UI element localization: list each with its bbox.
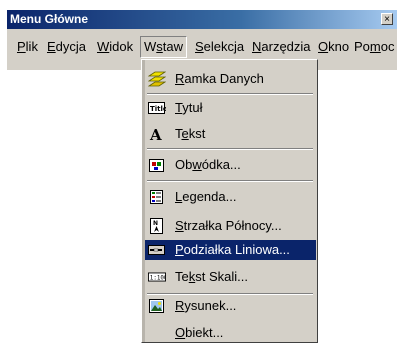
scale-bar-icon — [148, 242, 166, 258]
wstaw-dropdown-menu: Ramka Danych Title Tytuł A Tekst Obwódka… — [141, 59, 318, 343]
menu-item-obiekt[interactable]: Obiekt... — [145, 323, 316, 343]
menu-narzedzia[interactable]: Narzędzia — [248, 37, 315, 57]
menu-separator — [147, 180, 313, 182]
svg-text:N: N — [153, 220, 158, 227]
menu-item-label: Tekst Skali... — [175, 269, 248, 284]
menu-separator — [147, 148, 313, 150]
menu-separator — [147, 93, 313, 95]
menu-item-tytul[interactable]: Title Tytuł — [145, 98, 316, 118]
menu-item-obwodka[interactable]: Obwódka... — [145, 155, 316, 175]
menu-plik[interactable]: Plik — [13, 37, 42, 57]
svg-text:A: A — [149, 126, 162, 142]
menu-selekcja[interactable]: Selekcja — [191, 37, 248, 57]
window-title: Menu Główne — [10, 12, 88, 26]
svg-text:Title: Title — [150, 105, 166, 113]
border-icon — [148, 157, 166, 173]
frame-data-icon — [148, 71, 166, 87]
scale-text-icon: 1:100 — [148, 269, 166, 285]
menu-item-tekst-skali[interactable]: 1:100 Tekst Skali... — [145, 267, 316, 287]
menu-item-podzialka-liniowa[interactable]: Podziałka Liniowa... — [145, 240, 316, 260]
menu-edycja[interactable]: Edycja — [43, 37, 90, 57]
title-icon: Title — [148, 100, 166, 116]
menu-item-label: Legenda... — [175, 189, 237, 204]
menu-item-label: Rysunek... — [175, 298, 237, 313]
menu-item-label: Strzałka Północy... — [175, 218, 282, 233]
menu-item-ramka-danych[interactable]: Ramka Danych — [145, 69, 316, 89]
menu-item-tekst[interactable]: A Tekst — [145, 124, 316, 144]
menu-item-rysunek[interactable]: Rysunek... — [145, 296, 316, 316]
menu-pomoc[interactable]: Pomoc — [350, 37, 398, 57]
menu-item-label: Obiekt... — [175, 325, 224, 340]
menu-item-legenda[interactable]: Legenda... — [145, 187, 316, 207]
menu-item-label: Podziałka Liniowa... — [175, 242, 290, 257]
menu-item-label: Obwódka... — [175, 157, 241, 172]
menu-item-label: Tytuł — [175, 100, 203, 115]
close-button[interactable]: × — [381, 13, 393, 25]
title-bar: Menu Główne × — [7, 10, 397, 29]
svg-text:1:100: 1:100 — [150, 276, 166, 282]
legend-icon — [148, 189, 166, 205]
menu-widok[interactable]: Widok — [93, 37, 137, 57]
menu-okno[interactable]: Okno — [314, 37, 353, 57]
menu-bar: Plik Edycja Widok Wstaw Selekcja Narzędz… — [7, 32, 397, 60]
menu-wstaw[interactable]: Wstaw — [140, 36, 188, 58]
menu-item-strzalka-polnocy[interactable]: N Strzałka Północy... — [145, 216, 316, 236]
north-arrow-icon: N — [148, 218, 166, 234]
menu-item-label: Ramka Danych — [175, 71, 264, 86]
menu-item-label: Tekst — [175, 126, 206, 141]
picture-icon — [148, 298, 166, 314]
text-icon: A — [148, 126, 166, 142]
menu-separator — [147, 293, 313, 295]
